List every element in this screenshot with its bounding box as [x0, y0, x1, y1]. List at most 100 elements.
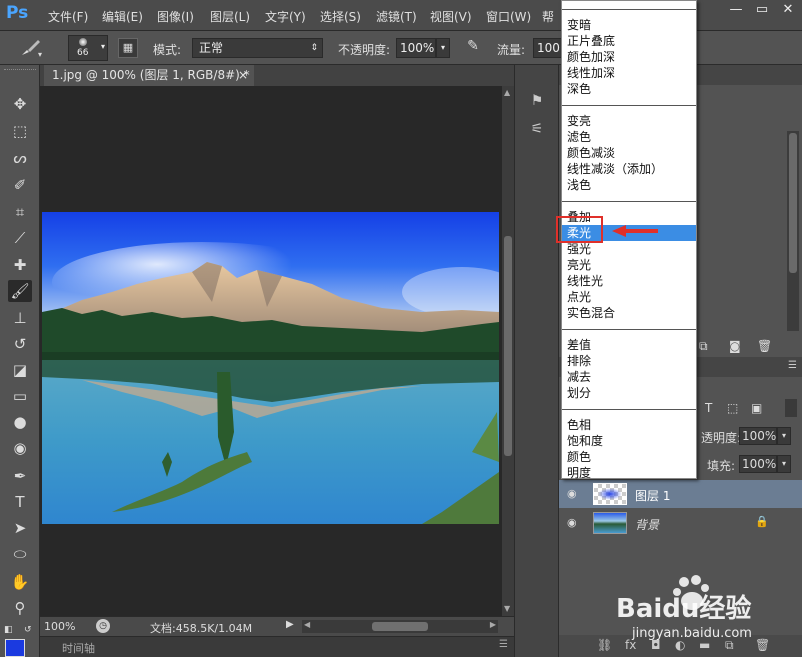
status-info-icon[interactable]: ◷: [96, 619, 110, 633]
timeline-label[interactable]: 时间轴: [62, 640, 95, 656]
scroll-thumb[interactable]: [504, 236, 512, 456]
layer-row[interactable]: ◉ 图层 1: [559, 480, 802, 508]
lasso-tool-icon[interactable]: ᔕ: [8, 147, 32, 169]
menu-type[interactable]: 文字(Y): [265, 8, 306, 25]
blend-mode-option[interactable]: 颜色: [567, 449, 692, 465]
path-select-tool-icon[interactable]: ➤: [8, 517, 32, 539]
zoom-level[interactable]: 100%: [44, 620, 75, 633]
scroll-down-icon[interactable]: ▼: [504, 604, 510, 613]
scroll-right-icon[interactable]: ▶: [490, 620, 496, 629]
layer-row[interactable]: ◉ 背景 🔒: [559, 509, 802, 537]
panel-scroll-thumb[interactable]: [789, 133, 797, 273]
blend-mode-option[interactable]: 色相: [567, 417, 692, 433]
blend-mode-option[interactable]: 减去: [567, 369, 692, 385]
blend-mode-option[interactable]: 滤色: [567, 129, 692, 145]
new-snapshot-icon[interactable]: ⧉: [699, 339, 708, 354]
history-brush-tool-icon[interactable]: ↺: [8, 333, 32, 355]
fill-input[interactable]: 100%: [739, 455, 777, 473]
history-panel-icon[interactable]: ⚑: [527, 93, 547, 113]
blend-mode-option[interactable]: 明度: [567, 465, 692, 481]
menu-select[interactable]: 选择(S): [320, 8, 361, 25]
visibility-eye-icon[interactable]: ◉: [567, 487, 577, 500]
panel-scrollbar[interactable]: [787, 131, 799, 331]
canvas-vertical-scrollbar[interactable]: ▲ ▼: [502, 86, 514, 616]
eraser-tool-icon[interactable]: ◪: [8, 359, 32, 381]
trash-icon[interactable]: 🗑: [757, 339, 772, 353]
default-colors-icon[interactable]: ◧: [4, 625, 14, 635]
blend-mode-option[interactable]: 线性光: [567, 273, 692, 289]
horizontal-scrollbar[interactable]: ◀ ▶: [302, 620, 498, 633]
gradient-tool-icon[interactable]: ▭: [8, 385, 32, 407]
close-tab-icon[interactable]: ×: [238, 65, 248, 86]
blend-mode-select[interactable]: 正常 ⇕: [192, 38, 323, 58]
blend-mode-option[interactable]: 线性加深: [567, 65, 692, 81]
scroll-left-icon[interactable]: ◀: [304, 620, 310, 629]
opacity-input[interactable]: 100%: [396, 38, 436, 58]
move-tool-icon[interactable]: ✥: [8, 93, 32, 115]
flow-input[interactable]: 100: [533, 38, 563, 58]
quick-select-tool-icon[interactable]: ✐: [8, 174, 32, 196]
blend-mode-option[interactable]: 亮光: [567, 257, 692, 273]
blend-mode-option[interactable]: 正片叠底: [567, 33, 692, 49]
close-button[interactable]: ✕: [778, 2, 798, 18]
visibility-eye-icon[interactable]: ◉: [567, 516, 577, 529]
blend-mode-option[interactable]: 深色: [567, 81, 692, 97]
menu-filter[interactable]: 滤镜(T): [376, 8, 417, 25]
shape-filter-icon[interactable]: ⬚: [727, 401, 738, 415]
pressure-opacity-icon[interactable]: ✎: [462, 38, 484, 58]
panel-grip[interactable]: [4, 69, 36, 73]
layer-name[interactable]: 图层 1: [635, 487, 670, 504]
shape-tool-icon[interactable]: ⬭: [8, 543, 32, 565]
blend-mode-option[interactable]: 线性减淡（添加）: [567, 161, 692, 177]
h-scroll-thumb[interactable]: [372, 622, 428, 631]
panel-menu-icon[interactable]: ☰: [788, 360, 797, 371]
type-tool-icon[interactable]: T: [8, 491, 32, 513]
chevron-down-icon[interactable]: ▾: [777, 427, 791, 445]
blend-mode-option[interactable]: 划分: [567, 385, 692, 401]
crop-tool-icon[interactable]: ⌗: [8, 201, 32, 223]
eyedropper-tool-icon[interactable]: ⟋: [8, 227, 32, 249]
layer-opacity-input[interactable]: 100%: [739, 427, 777, 445]
type-filter-icon[interactable]: T: [705, 401, 712, 415]
filter-toggle[interactable]: [785, 399, 797, 417]
marquee-tool-icon[interactable]: ⬚: [8, 120, 32, 142]
hand-tool-icon[interactable]: ✋: [8, 571, 32, 593]
zoom-tool-icon[interactable]: ⚲: [8, 597, 32, 619]
status-menu-arrow-icon[interactable]: ▶: [286, 619, 294, 630]
menu-window[interactable]: 窗口(W): [486, 8, 531, 25]
menu-edit[interactable]: 编辑(E): [102, 8, 143, 25]
layer-name[interactable]: 背景: [635, 516, 659, 533]
minimize-button[interactable]: —: [726, 2, 746, 18]
blend-mode-option[interactable]: 差值: [567, 337, 692, 353]
blend-mode-option[interactable]: 颜色加深: [567, 49, 692, 65]
blur-tool-icon[interactable]: ●: [8, 411, 32, 433]
blend-mode-option[interactable]: 变亮: [567, 113, 692, 129]
document-tab[interactable]: 1.jpg @ 100% (图层 1, RGB/8#) * ×: [44, 65, 254, 86]
swap-colors-icon[interactable]: ↺: [24, 625, 34, 635]
dodge-tool-icon[interactable]: ◉: [8, 437, 32, 459]
foreground-color-swatch[interactable]: [5, 639, 25, 657]
panel-menu-icon[interactable]: ☰: [499, 639, 508, 650]
menu-help[interactable]: 帮: [542, 8, 554, 25]
camera-icon[interactable]: ◙: [729, 339, 741, 353]
menu-file[interactable]: 文件(F): [48, 8, 88, 25]
blend-mode-option[interactable]: 浅色: [567, 177, 692, 193]
opacity-dropdown-icon[interactable]: ▾: [436, 38, 450, 58]
blend-mode-option[interactable]: 点光: [567, 289, 692, 305]
blend-mode-option[interactable]: 排除: [567, 353, 692, 369]
restore-button[interactable]: ▭: [752, 2, 772, 18]
adjustments-panel-icon[interactable]: ⚟: [527, 121, 547, 141]
clone-stamp-tool-icon[interactable]: ⊥: [8, 307, 32, 329]
blend-mode-option[interactable]: 变暗: [567, 17, 692, 33]
brush-panel-toggle-icon[interactable]: ▦: [118, 38, 138, 58]
menu-image[interactable]: 图像(I): [157, 8, 194, 25]
chevron-down-icon[interactable]: ▾: [777, 455, 791, 473]
pen-tool-icon[interactable]: ✒: [8, 465, 32, 487]
brush-tool-preset-icon[interactable]: ▾: [18, 37, 44, 59]
blend-mode-option[interactable]: 颜色减淡: [567, 145, 692, 161]
healing-brush-tool-icon[interactable]: ✚: [8, 254, 32, 276]
scroll-up-icon[interactable]: ▲: [504, 88, 510, 97]
blend-mode-option[interactable]: 实色混合: [567, 305, 692, 321]
smart-object-filter-icon[interactable]: ▣: [751, 401, 762, 415]
blend-mode-option[interactable]: 饱和度: [567, 433, 692, 449]
